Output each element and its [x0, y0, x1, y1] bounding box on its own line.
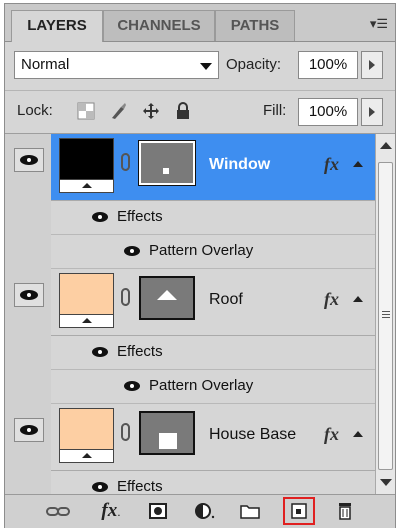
layer-content[interactable]: Roof fx: [51, 269, 375, 336]
effects-label: Effects: [117, 478, 163, 494]
effects-row[interactable]: Effects: [51, 471, 375, 494]
fx-icon[interactable]: fx: [324, 424, 339, 445]
effects-label: Effects: [117, 208, 163, 225]
expand-effects-icon[interactable]: [353, 431, 363, 437]
eye-icon[interactable]: [91, 211, 109, 223]
pattern-overlay-label: Pattern Overlay: [149, 242, 254, 259]
lock-options: [77, 102, 202, 122]
lock-image-pixels-icon[interactable]: [109, 102, 127, 120]
visibility-toggle[interactable]: [14, 283, 44, 307]
lock-transparent-pixels-icon[interactable]: [77, 102, 95, 120]
eye-icon[interactable]: [91, 481, 109, 493]
lock-label: Lock:: [17, 102, 53, 119]
lock-position-icon[interactable]: [142, 102, 160, 120]
layer-style-icon[interactable]: fx.: [95, 500, 127, 522]
blend-mode-select[interactable]: Normal: [14, 51, 219, 79]
eye-icon: [20, 290, 38, 300]
eye-icon[interactable]: [91, 346, 109, 358]
fill-input[interactable]: 100%: [298, 98, 358, 126]
lock-all-icon[interactable]: [174, 102, 192, 120]
scroll-thumb[interactable]: [378, 162, 393, 470]
tab-channels[interactable]: CHANNELS: [103, 10, 215, 41]
tab-layers[interactable]: LAYERS: [11, 10, 103, 42]
layer-house-base[interactable]: House Base fx: [5, 404, 375, 471]
fill-slider-button[interactable]: [361, 98, 383, 126]
eye-icon[interactable]: [123, 245, 141, 257]
chevron-down-icon: [200, 63, 212, 70]
visibility-toggle[interactable]: [14, 148, 44, 172]
pattern-overlay-row[interactable]: Pattern Overlay: [51, 370, 375, 404]
layer-thumbnail: [59, 138, 114, 193]
effects-label: Effects: [117, 343, 163, 360]
panel-menu-icon[interactable]: ▾☰: [369, 16, 389, 32]
chain-link-icon[interactable]: [121, 288, 130, 306]
opacity-input[interactable]: 100%: [298, 51, 358, 79]
eye-icon[interactable]: [123, 380, 141, 392]
chain-link-icon[interactable]: [121, 423, 130, 441]
opacity-slider-button[interactable]: [361, 51, 383, 79]
panel-tabs: LAYERS CHANNELS PATHS ▾☰: [5, 4, 395, 42]
layers-scrollbar[interactable]: [375, 134, 395, 494]
eye-icon: [20, 155, 38, 165]
layer-name: House Base: [209, 426, 297, 443]
fill-label: Fill:: [263, 102, 287, 119]
link-layers-icon[interactable]: [45, 500, 71, 522]
blend-mode-value: Normal: [21, 56, 70, 73]
effects-row[interactable]: Effects: [51, 336, 375, 370]
chain-link-icon[interactable]: [121, 153, 130, 171]
visibility-toggle[interactable]: [14, 418, 44, 442]
layer-content[interactable]: Window fx: [51, 134, 375, 201]
new-group-icon[interactable]: [237, 500, 263, 522]
adjustment-layer-icon[interactable]: [191, 500, 217, 522]
layer-name: Roof: [209, 291, 243, 308]
vector-mask-thumbnail[interactable]: [138, 140, 196, 186]
scroll-down-icon[interactable]: [380, 479, 392, 486]
new-layer-icon[interactable]: [283, 497, 315, 525]
pattern-overlay-row[interactable]: Pattern Overlay: [51, 235, 375, 269]
layer-window[interactable]: Window fx: [5, 134, 375, 201]
eye-icon: [20, 425, 38, 435]
fx-icon[interactable]: fx: [324, 289, 339, 310]
blend-opacity-row: Normal Opacity: 100%: [5, 42, 395, 91]
layer-roof[interactable]: Roof fx: [5, 269, 375, 336]
layer-content[interactable]: House Base fx: [51, 404, 375, 471]
vector-mask-thumbnail[interactable]: [139, 276, 195, 320]
layer-mask-icon[interactable]: [145, 500, 171, 522]
scroll-up-icon[interactable]: [380, 142, 392, 149]
lock-fill-row: Lock: Fill: 100%: [5, 91, 395, 134]
expand-effects-icon[interactable]: [353, 296, 363, 302]
layers-list: Window fx Effects Pattern Overlay Roof f…: [5, 134, 375, 494]
layers-toolbar: fx.: [5, 494, 395, 528]
opacity-label: Opacity:: [226, 56, 282, 73]
fx-icon[interactable]: fx: [324, 154, 339, 175]
vector-mask-thumbnail[interactable]: [139, 411, 195, 455]
expand-effects-icon[interactable]: [353, 161, 363, 167]
effects-row[interactable]: Effects: [51, 201, 375, 235]
layer-thumbnail: [59, 408, 114, 463]
delete-layer-icon[interactable]: [332, 500, 358, 522]
layers-panel: LAYERS CHANNELS PATHS ▾☰ Normal Opacity:…: [4, 3, 396, 528]
layer-thumbnail: [59, 273, 114, 328]
layer-name: Window: [209, 156, 271, 173]
pattern-overlay-label: Pattern Overlay: [149, 377, 254, 394]
tab-paths[interactable]: PATHS: [215, 10, 295, 41]
